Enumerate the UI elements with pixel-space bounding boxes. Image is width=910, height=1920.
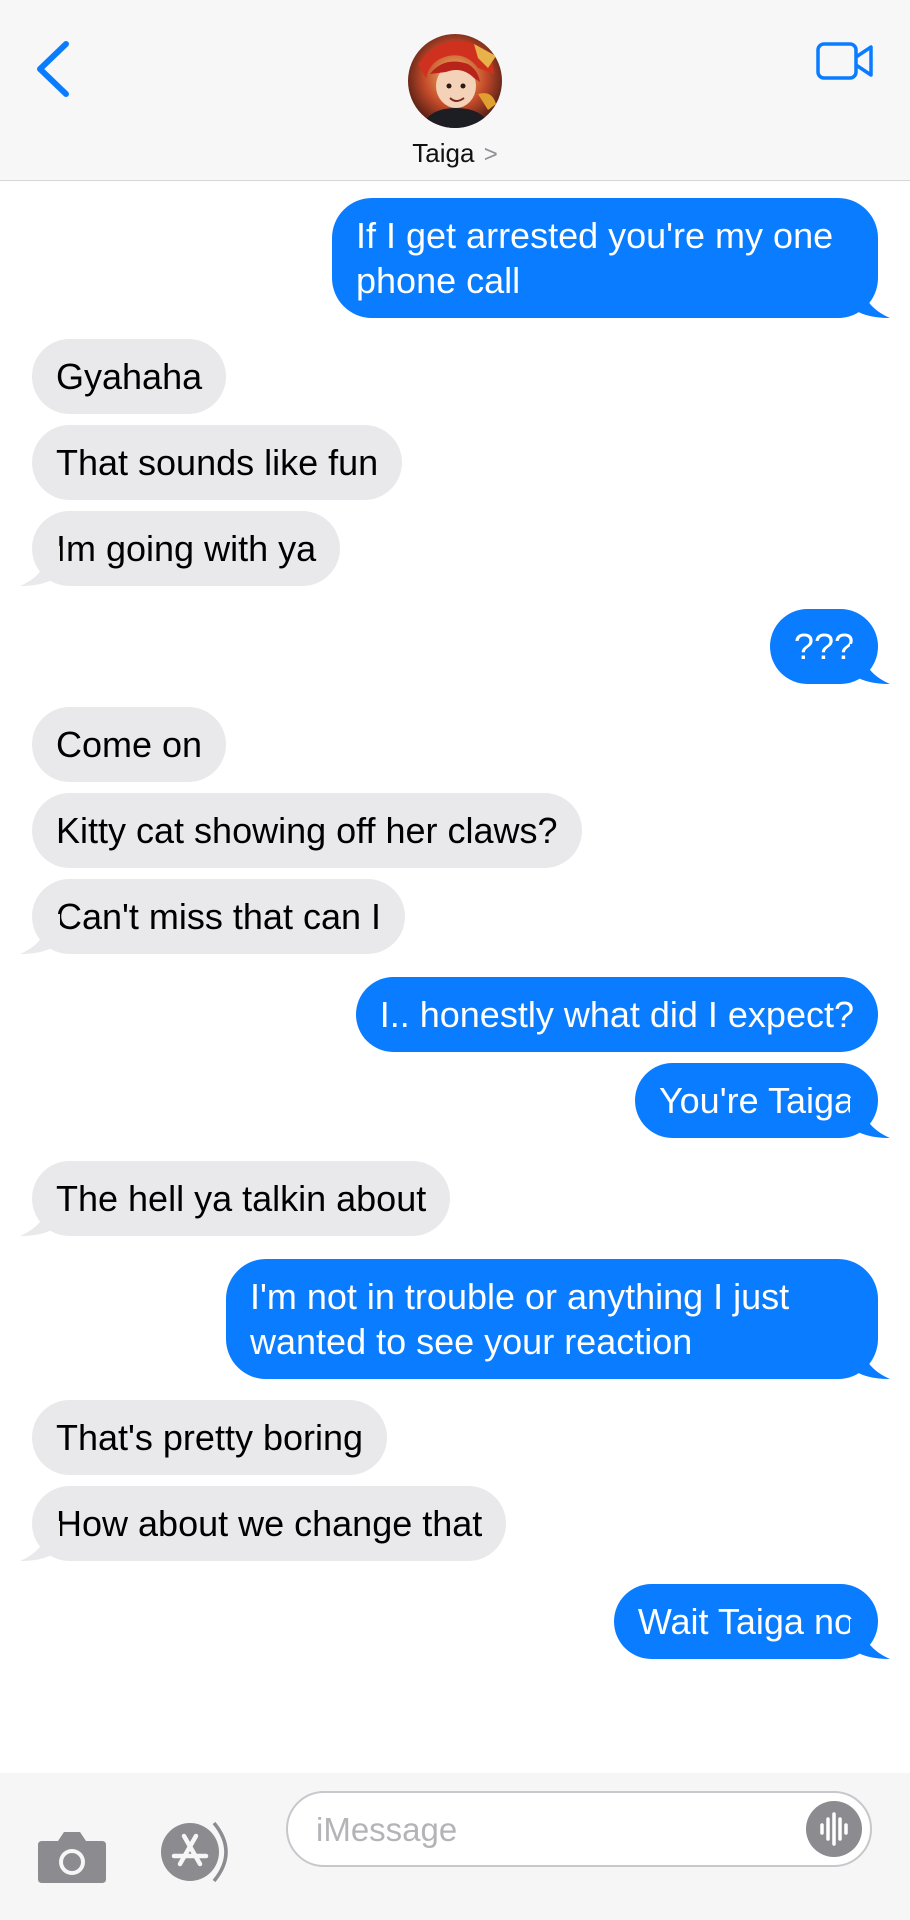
facetime-video-button[interactable] <box>815 40 875 82</box>
message-bubble-outgoing[interactable]: If I get arrested you're my one phone ca… <box>332 198 890 318</box>
message-text: ??? <box>793 626 854 667</box>
message-text: That's pretty boring <box>56 1417 364 1458</box>
imessage-conversation-screen: Taiga > If I get arrested you're my one … <box>0 0 910 1920</box>
message-bubble-incoming[interactable]: That sounds like fun <box>32 425 403 500</box>
message-text: The hell ya talkin about <box>56 1178 427 1219</box>
bubble-tail <box>850 278 890 318</box>
contact-avatar[interactable] <box>408 34 502 128</box>
compose-bar <box>0 1773 910 1920</box>
message-bubble-incoming[interactable]: How about we change that <box>20 1486 507 1561</box>
chevron-left-icon <box>37 41 69 97</box>
message-bubble-incoming[interactable]: Gyahaha <box>32 339 227 414</box>
message-text: Come on <box>56 724 203 765</box>
audio-record-button[interactable] <box>806 1801 862 1857</box>
camera-icon <box>38 1832 106 1883</box>
bubble-tail <box>20 914 60 954</box>
message-text: Can't miss that can I <box>56 896 382 937</box>
conversation-header: Taiga > <box>0 0 910 181</box>
message-bubble-outgoing[interactable]: I'm not in trouble or anything I just wa… <box>226 1259 890 1379</box>
message-text: How about we change that <box>56 1503 483 1544</box>
app-store-icon <box>161 1821 228 1883</box>
message-bubble-outgoing[interactable]: ??? <box>769 609 890 684</box>
message-bubble-incoming[interactable]: The hell ya talkin about <box>20 1161 451 1236</box>
contact-name: Taiga <box>412 138 475 168</box>
message-text: I.. honestly what did I expect? <box>379 994 854 1035</box>
bubble-tail <box>20 546 60 586</box>
message-bubble-incoming[interactable]: Come on <box>32 707 227 782</box>
message-text: You're Taiga <box>658 1080 854 1121</box>
camera-button[interactable] <box>36 1829 108 1885</box>
avatar-image <box>408 34 502 128</box>
bubble-tail <box>850 1098 890 1138</box>
message-bubble-outgoing[interactable]: Wait Taiga no <box>613 1584 890 1659</box>
bubble-tail <box>850 644 890 684</box>
bubble-tail <box>20 1521 60 1561</box>
back-button[interactable] <box>28 34 78 104</box>
message-bubble-incoming[interactable]: Kitty cat showing off her claws? <box>32 793 582 868</box>
bubble-tail <box>850 1619 890 1659</box>
message-text: Gyahaha <box>56 356 203 397</box>
message-bubble-incoming[interactable]: Im going with ya <box>20 511 341 586</box>
message-input[interactable] <box>314 1803 778 1857</box>
message-bubble-outgoing[interactable]: You're Taiga <box>634 1063 890 1138</box>
message-text: Wait Taiga no <box>637 1601 854 1642</box>
app-store-button[interactable] <box>154 1817 240 1887</box>
message-text: Im going with ya <box>56 528 317 569</box>
audio-waveform-icon <box>820 1812 848 1846</box>
message-bubble-outgoing[interactable]: I.. honestly what did I expect? <box>355 977 878 1052</box>
contact-name-row[interactable]: Taiga > <box>0 138 910 169</box>
message-bubble-incoming[interactable]: Can't miss that can I <box>20 879 406 954</box>
chevron-right-icon: > <box>483 141 498 168</box>
message-text: Kitty cat showing off her claws? <box>56 810 558 851</box>
message-text: I'm not in trouble or anything I just wa… <box>250 1276 790 1362</box>
imessage-input-field[interactable] <box>286 1791 872 1867</box>
bubble-tail <box>850 1339 890 1379</box>
message-text: If I get arrested you're my one phone ca… <box>356 215 834 301</box>
message-bubble-incoming[interactable]: That's pretty boring <box>32 1400 388 1475</box>
bubble-tail <box>20 1196 60 1236</box>
message-text: That sounds like fun <box>56 442 379 483</box>
video-camera-icon <box>816 42 873 80</box>
